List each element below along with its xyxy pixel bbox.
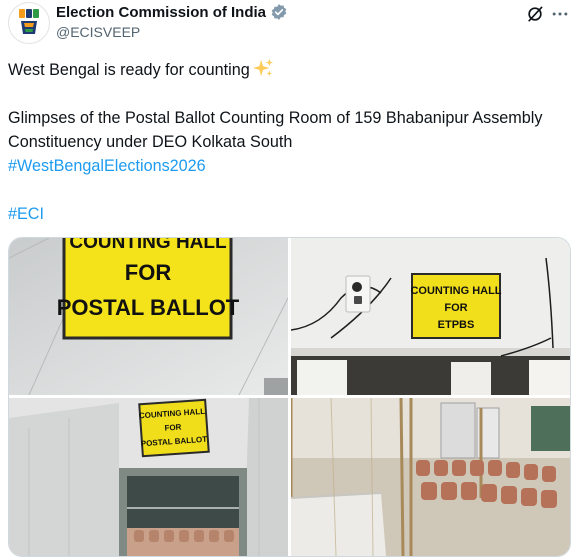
- photo2-sign-line2: FOR: [444, 302, 467, 314]
- photo-postal-ballot-sign[interactable]: COUNTING HALL FOR POSTAL BALLOT: [9, 238, 288, 395]
- verified-badge-icon: [271, 4, 287, 20]
- photo3-sign-line2: FOR: [164, 422, 182, 432]
- account-handle[interactable]: @ECISVEEP: [56, 24, 140, 40]
- grok-button[interactable]: [523, 3, 547, 25]
- more-options-button[interactable]: [549, 3, 571, 25]
- post-line-2: Glimpses of the Postal Ballot Counting R…: [8, 109, 543, 151]
- hashtag-westbengalelections2026[interactable]: #WestBengalElections2026: [8, 157, 206, 175]
- post-line-1: West Bengal is ready for counting: [8, 58, 568, 82]
- more-options-icon: [552, 12, 568, 16]
- sparkles-icon: [252, 58, 273, 77]
- post-line-1-text: West Bengal is ready for counting: [8, 61, 250, 79]
- post-header: Election Commission of India @ECISVEEP: [0, 0, 577, 50]
- account-avatar[interactable]: [8, 2, 50, 44]
- hashtag-eci[interactable]: #ECI: [8, 205, 44, 223]
- photo1-sign-line1: COUNTING HALL: [69, 238, 227, 253]
- photo-etpbs-sign[interactable]: COUNTING HALL FOR ETPBS: [291, 238, 570, 395]
- post-text: West Bengal is ready for counting Glimps…: [8, 58, 568, 226]
- account-name-row: Election Commission of India: [56, 3, 288, 21]
- eci-logo-icon: [17, 9, 41, 37]
- photo2-sign-line3: ETPBS: [438, 319, 475, 331]
- photo2-sign-line1: COUNTING HALL: [410, 285, 501, 297]
- photo1-sign-line2: FOR: [125, 260, 172, 285]
- grok-icon: [528, 6, 543, 22]
- photo-postal-ballot-enclosure[interactable]: COUNTING HALL FOR POSTAL BALLOT: [9, 398, 288, 556]
- account-name[interactable]: Election Commission of India: [56, 4, 266, 21]
- photo-counting-room-chairs[interactable]: [291, 398, 570, 556]
- media-grid: COUNTING HALL FOR POSTAL BALLOT COUNTING…: [8, 237, 571, 557]
- photo1-sign-line3: POSTAL BALLOT: [57, 295, 240, 320]
